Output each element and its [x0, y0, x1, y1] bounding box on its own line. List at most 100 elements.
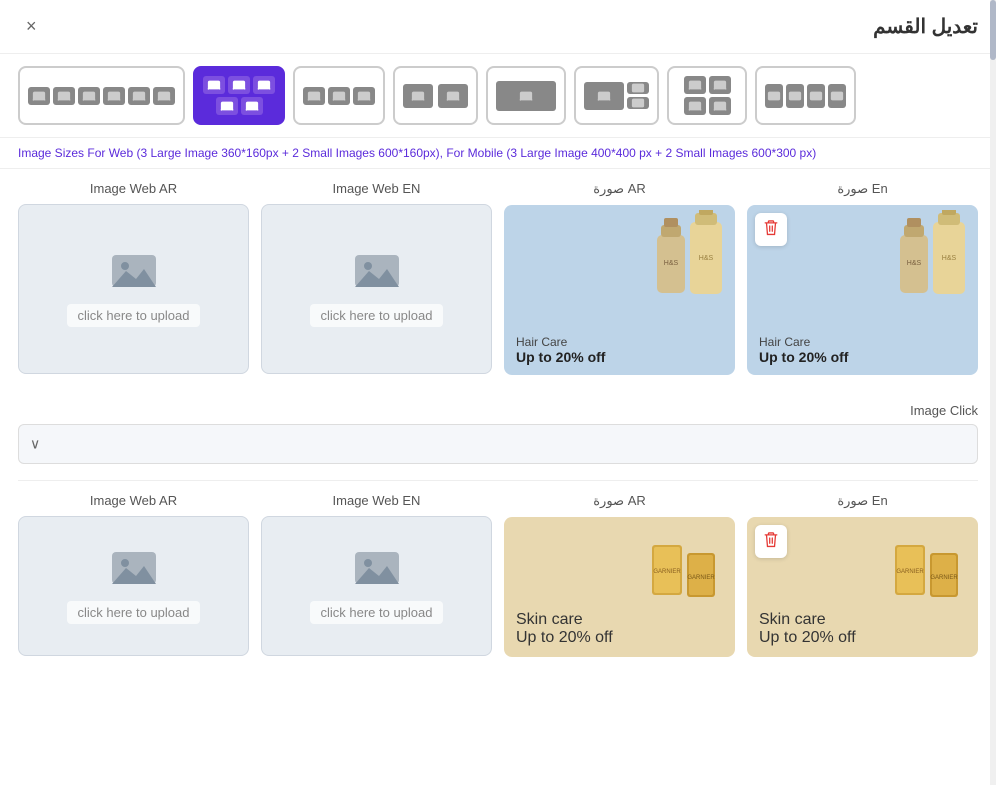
- layout-icon: [684, 76, 706, 94]
- svg-text:H&S: H&S: [942, 255, 957, 262]
- dropdown-wrapper: ∨: [18, 424, 978, 464]
- image-click-dropdown[interactable]: [18, 424, 978, 464]
- image-row-2: Image Web AR click here to upload Image …: [18, 493, 978, 657]
- image-col-label-en-2: صورة En: [837, 493, 887, 509]
- preview-card-skincare-ar: GARNIER GARNIER Skin care Up to 20% off: [504, 517, 735, 657]
- image-col-label-ar-1: صورة AR: [593, 181, 646, 197]
- upload-icon-2: [353, 251, 401, 296]
- shampoo-container-1: H&S H&S: [652, 210, 727, 300]
- svg-text:GARNIER: GARNIER: [653, 569, 681, 575]
- card-promo-skincare-ar: Up to 20% off: [516, 629, 613, 647]
- preview-card-skincare-en: GARNIER GARNIER Skin care Up to 20% off: [747, 517, 978, 657]
- image-click-label: Image Click: [18, 403, 978, 418]
- skin-product-img-2: GARNIER GARNIER: [890, 525, 970, 605]
- layout-icon: [53, 87, 75, 105]
- layout-icon: [438, 84, 468, 108]
- image-col-label-web-ar-2: Image Web AR: [90, 493, 177, 508]
- upload-icon-4: [353, 548, 401, 593]
- image-col-label-web-en-1: Image Web EN: [333, 181, 421, 196]
- image-section-2: Image Web AR click here to upload Image …: [0, 493, 996, 685]
- layout-icon: [765, 84, 783, 108]
- layout-option-1[interactable]: [18, 66, 185, 125]
- layout-icon: [496, 81, 556, 111]
- layout-icon: [786, 84, 804, 108]
- card-label-skincare-ar: Skin care: [516, 611, 583, 629]
- upload-icon-1: [110, 251, 158, 296]
- close-button[interactable]: ×: [18, 12, 45, 41]
- card-label-en-1: Hair Care: [759, 335, 810, 349]
- image-col-label-ar-2: صورة AR: [593, 493, 646, 509]
- layout-icon: [228, 76, 250, 94]
- upload-icon-3: [110, 548, 158, 593]
- layout-icon: [303, 87, 325, 105]
- layout-option-6[interactable]: [574, 66, 659, 125]
- image-col-ar-preview-1: صورة AR H&S H&S: [504, 181, 735, 375]
- image-col-label-web-en-2: Image Web EN: [333, 493, 421, 508]
- svg-text:H&S: H&S: [664, 260, 679, 267]
- image-col-en-preview-1: صورة En H&S: [747, 181, 978, 375]
- image-col-ar-preview-2: صورة AR GARNIER GARNIER Skin care Up to …: [504, 493, 735, 657]
- info-text: Image Sizes For Web (3 Large Image 360*1…: [0, 138, 996, 169]
- layout-option-2[interactable]: [193, 66, 285, 125]
- layout-icon: [709, 97, 731, 115]
- layout-icon: [153, 87, 175, 105]
- layout-icon: [684, 97, 706, 115]
- layout-icon: [709, 76, 731, 94]
- card-label-ar-1: Hair Care: [516, 335, 567, 349]
- image-col-web-en-1: Image Web EN click here to upload: [261, 181, 492, 375]
- page-title: تعديل القسم: [873, 14, 978, 39]
- preview-card-ar-1: H&S H&S Hair Care Up to 20% off: [504, 205, 735, 375]
- upload-box-web-ar-2[interactable]: click here to upload: [18, 516, 249, 656]
- card-label-skincare-en: Skin care: [759, 611, 826, 629]
- layout-selector: [0, 54, 996, 138]
- upload-box-web-en-1[interactable]: click here to upload: [261, 204, 492, 374]
- layout-icon: [28, 87, 50, 105]
- layout-icon: [241, 97, 263, 115]
- svg-text:H&S: H&S: [907, 260, 922, 267]
- layout-icon: [627, 82, 649, 94]
- layout-icon: [807, 84, 825, 108]
- upload-text-1: click here to upload: [67, 304, 199, 327]
- layout-icon: [328, 87, 350, 105]
- layout-option-4[interactable]: [393, 66, 478, 125]
- upload-box-web-ar-1[interactable]: click here to upload: [18, 204, 249, 374]
- layout-icon: [627, 97, 649, 109]
- image-section-1: Image Web AR click here to upload Image …: [0, 169, 996, 403]
- card-promo-skincare-en: Up to 20% off: [759, 629, 856, 647]
- image-row-1: Image Web AR click here to upload Image …: [18, 181, 978, 375]
- layout-option-3[interactable]: [293, 66, 385, 125]
- svg-text:GARNIER: GARNIER: [896, 569, 924, 575]
- delete-button-1[interactable]: [755, 213, 787, 246]
- image-col-web-ar-2: Image Web AR click here to upload: [18, 493, 249, 657]
- section-divider: [18, 480, 978, 481]
- upload-box-web-en-2[interactable]: click here to upload: [261, 516, 492, 656]
- image-col-en-preview-2: صورة En GARNIER GARNIER: [747, 493, 978, 657]
- shampoo-container-2: H&S H&S: [895, 210, 970, 300]
- svg-text:H&S: H&S: [699, 255, 714, 262]
- layout-icon: [828, 84, 846, 108]
- layout-option-5[interactable]: [486, 66, 566, 125]
- svg-text:GARNIER: GARNIER: [930, 575, 958, 581]
- upload-text-4: click here to upload: [310, 601, 442, 624]
- image-col-label-en-1: صورة En: [837, 181, 887, 197]
- preview-card-en-1: H&S H&S Hair Care Up to 20% off: [747, 205, 978, 375]
- delete-button-2[interactable]: [755, 525, 787, 558]
- layout-icon: [103, 87, 125, 105]
- card-promo-ar-1: Up to 20% off: [516, 349, 605, 365]
- image-col-web-en-2: Image Web EN click here to upload: [261, 493, 492, 657]
- layout-option-8[interactable]: [755, 66, 856, 125]
- scrollbar[interactable]: [990, 0, 996, 785]
- layout-icon: [203, 76, 225, 94]
- scrollbar-thumb: [990, 0, 996, 60]
- layout-icon: [353, 87, 375, 105]
- layout-option-7[interactable]: [667, 66, 747, 125]
- layout-icon: [78, 87, 100, 105]
- image-click-section: Image Click ∨: [0, 403, 996, 476]
- image-col-label-web-ar-1: Image Web AR: [90, 181, 177, 196]
- svg-text:GARNIER: GARNIER: [687, 575, 715, 581]
- card-promo-en-1: Up to 20% off: [759, 349, 848, 365]
- layout-icon: [584, 82, 624, 110]
- upload-text-2: click here to upload: [310, 304, 442, 327]
- image-col-web-ar-1: Image Web AR click here to upload: [18, 181, 249, 375]
- layout-icon: [253, 76, 275, 94]
